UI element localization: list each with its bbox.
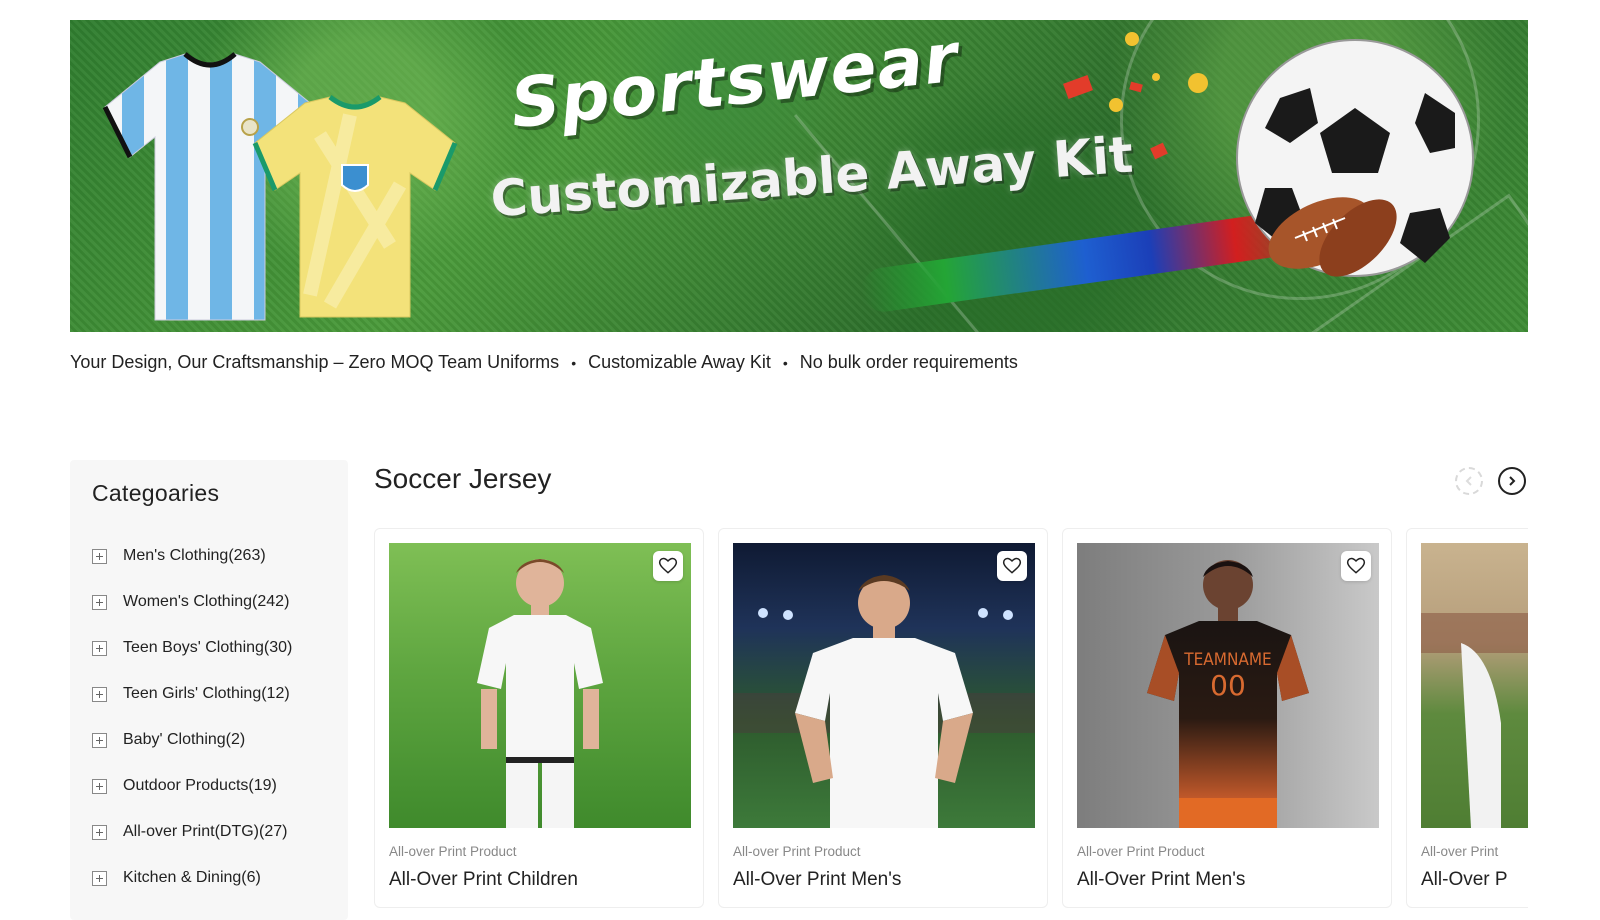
heart-icon bbox=[658, 557, 678, 574]
soccer-ball-image bbox=[1236, 39, 1474, 277]
category-label[interactable]: Outdoor Products(19) bbox=[123, 777, 277, 795]
wishlist-button[interactable] bbox=[653, 551, 683, 581]
orange-jersey-model-illustration: TEAMNAME 00 bbox=[1147, 560, 1309, 828]
sidebar-item-kitchen-dining[interactable]: Kitchen & Dining(6) bbox=[92, 855, 326, 901]
hero-title: Sportswear bbox=[507, 20, 963, 145]
tagline-separator: • bbox=[571, 354, 577, 371]
product-name[interactable]: All-Over Print Men's bbox=[1077, 869, 1377, 891]
product-carousel: All-over Print Product All-Over Print Ch… bbox=[374, 528, 1528, 908]
chevron-right-icon bbox=[1509, 476, 1516, 486]
expand-plus-icon[interactable] bbox=[92, 594, 107, 610]
category-label[interactable]: Kitchen & Dining(6) bbox=[123, 869, 261, 887]
tagline-item: No bulk order requirements bbox=[799, 352, 1018, 372]
expand-plus-icon[interactable] bbox=[92, 870, 107, 886]
stadium-lights-decoration bbox=[733, 575, 1035, 828]
sidebar-item-baby-clothing[interactable]: Baby' Clothing(2) bbox=[92, 717, 326, 763]
product-card[interactable]: TEAMNAME 00 All-over Print Product All-O… bbox=[1062, 528, 1392, 908]
product-card[interactable]: All-over Print Product All-Over Print Ch… bbox=[374, 528, 704, 908]
sidebar-item-teen-girls-clothing[interactable]: Teen Girls' Clothing(12) bbox=[92, 671, 326, 717]
sidebar-item-all-over-print[interactable]: All-over Print(DTG)(27) bbox=[92, 809, 326, 855]
chevron-left-icon bbox=[1465, 476, 1472, 486]
product-category: All-over Print Product bbox=[733, 844, 861, 859]
product-card[interactable]: All-over Print All-Over P bbox=[1406, 528, 1528, 908]
hero-subtitle: Customizable Away Kit bbox=[488, 125, 1135, 229]
expand-plus-icon[interactable] bbox=[92, 778, 107, 794]
product-image-stadium-player[interactable] bbox=[1421, 543, 1528, 828]
product-name[interactable]: All-Over P bbox=[1421, 869, 1528, 891]
product-card[interactable]: All-over Print Product All-Over Print Me… bbox=[718, 528, 1048, 908]
product-category: All-over Print Product bbox=[389, 844, 517, 859]
section-title: Soccer Jersey bbox=[374, 463, 552, 494]
product-name[interactable]: All-Over Print Men's bbox=[733, 869, 1033, 891]
heart-icon bbox=[1002, 557, 1022, 574]
tagline-item: Customizable Away Kit bbox=[588, 352, 771, 372]
child-figure-illustration bbox=[477, 559, 603, 828]
expand-plus-icon[interactable] bbox=[92, 640, 107, 656]
category-label[interactable]: Men's Clothing(263) bbox=[123, 547, 266, 565]
tagline-item: Your Design, Our Craftsmanship – Zero MO… bbox=[70, 352, 560, 372]
confetti-decoration bbox=[1063, 32, 1208, 160]
expand-plus-icon[interactable] bbox=[92, 732, 107, 748]
product-image-child-white-tee[interactable] bbox=[389, 543, 691, 828]
wishlist-button[interactable] bbox=[997, 551, 1027, 581]
sidebar-item-womens-clothing[interactable]: Women's Clothing(242) bbox=[92, 579, 326, 625]
category-label[interactable]: All-over Print(DTG)(27) bbox=[123, 823, 287, 841]
tagline: Your Design, Our Craftsmanship – Zero MO… bbox=[70, 352, 1018, 373]
category-label[interactable]: Teen Girls' Clothing(12) bbox=[123, 685, 290, 703]
tagline-separator: • bbox=[782, 354, 788, 371]
sidebar-item-teen-boys-clothing[interactable]: Teen Boys' Clothing(30) bbox=[92, 625, 326, 671]
wishlist-button[interactable] bbox=[1341, 551, 1371, 581]
categories-sidebar: Categoaries Men's Clothing(263) Women's … bbox=[70, 460, 348, 920]
expand-plus-icon[interactable] bbox=[92, 686, 107, 702]
carousel-next-button[interactable] bbox=[1498, 467, 1526, 495]
product-name[interactable]: All-Over Print Children bbox=[389, 869, 689, 891]
jersey-team-text: TEAMNAME bbox=[1183, 650, 1271, 670]
sidebar-title: Categoaries bbox=[92, 480, 220, 506]
carousel-prev-button[interactable] bbox=[1455, 467, 1483, 495]
expand-plus-icon[interactable] bbox=[92, 548, 107, 564]
category-label[interactable]: Women's Clothing(242) bbox=[123, 593, 289, 611]
sidebar-item-outdoor-products[interactable]: Outdoor Products(19) bbox=[92, 763, 326, 809]
category-label[interactable]: Teen Boys' Clothing(30) bbox=[123, 639, 292, 657]
product-category: All-over Print bbox=[1421, 844, 1499, 859]
expand-plus-icon[interactable] bbox=[92, 824, 107, 840]
heart-icon bbox=[1346, 557, 1366, 574]
product-image-men-orange-jersey[interactable]: TEAMNAME 00 bbox=[1077, 543, 1379, 828]
hero-banner[interactable]: Sportswear Customizable Away Kit bbox=[70, 20, 1528, 332]
product-category: All-over Print Product bbox=[1077, 844, 1205, 859]
category-label[interactable]: Baby' Clothing(2) bbox=[123, 731, 245, 749]
sidebar-item-mens-clothing[interactable]: Men's Clothing(263) bbox=[92, 533, 326, 579]
product-image-men-white-tee[interactable] bbox=[733, 543, 1035, 828]
yellow-jersey-image bbox=[252, 95, 458, 318]
stadium-crowd-illustration bbox=[1421, 613, 1528, 828]
jersey-number-text: 00 bbox=[1210, 669, 1246, 702]
